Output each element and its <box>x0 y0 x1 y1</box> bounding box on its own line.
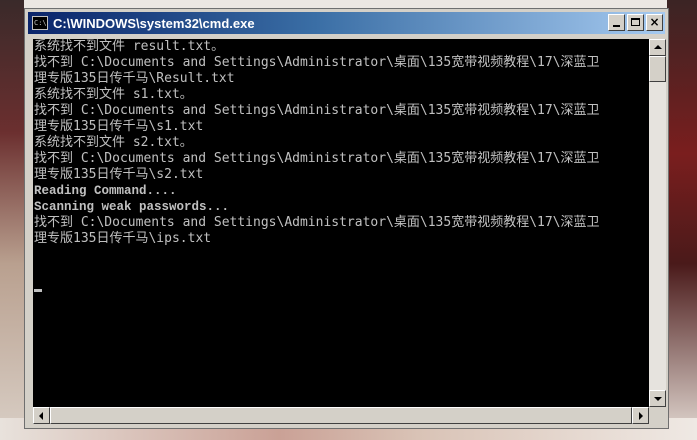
horizontal-scrollbar[interactable] <box>33 407 649 424</box>
console-line: 找不到 C:\Documents and Settings\Administra… <box>34 55 600 70</box>
arrow-down-icon <box>654 397 662 401</box>
window-title: C:\WINDOWS\system32\cmd.exe <box>53 15 255 31</box>
console-line: 系统找不到文件 s2.txt。 <box>34 135 193 150</box>
console-line: 理专版135日传千马\s2.txt <box>34 167 204 182</box>
desktop-wallpaper-left <box>0 0 24 440</box>
horizontal-scroll-thumb[interactable] <box>50 407 632 424</box>
console-line: Scanning weak passwords... <box>34 200 230 214</box>
vertical-scroll-thumb[interactable] <box>649 56 666 82</box>
arrow-right-icon <box>639 412 643 420</box>
arrow-up-icon <box>654 45 662 49</box>
arrow-left-icon <box>39 412 43 420</box>
console-line: 找不到 C:\Documents and Settings\Administra… <box>34 151 600 166</box>
text-cursor <box>34 289 42 292</box>
scroll-left-button[interactable] <box>33 407 50 424</box>
scroll-right-button[interactable] <box>632 407 649 424</box>
cmd-window[interactable]: C:\ C:\WINDOWS\system32\cmd.exe × 系统找不到文… <box>24 8 669 429</box>
console-line: 系统找不到文件 result.txt。 <box>34 39 225 54</box>
console-app-icon[interactable]: C:\ <box>32 16 48 30</box>
console-line: 找不到 C:\Documents and Settings\Administra… <box>34 103 600 118</box>
console-line: 理专版135日传千马\ips.txt <box>34 231 212 246</box>
maximize-button[interactable] <box>627 14 644 31</box>
console-lines: 系统找不到文件 result.txt。 找不到 C:\Documents and… <box>34 39 600 247</box>
console-line: Reading Command.... <box>34 184 177 198</box>
vertical-scrollbar[interactable] <box>649 39 666 407</box>
scroll-up-button[interactable] <box>649 39 666 56</box>
console-line: 理专版135日传千马\s1.txt <box>34 119 204 134</box>
console-line: 找不到 C:\Documents and Settings\Administra… <box>34 215 600 230</box>
close-button[interactable]: × <box>646 14 663 31</box>
title-bar[interactable]: C:\ C:\WINDOWS\system32\cmd.exe × <box>28 12 665 34</box>
console-line: 系统找不到文件 s1.txt。 <box>34 87 193 102</box>
minimize-icon <box>613 25 620 27</box>
scrollbar-corner <box>649 407 666 424</box>
maximize-icon <box>631 18 640 26</box>
console-line: 理专版135日传千马\Result.txt <box>34 71 235 86</box>
console-output[interactable]: 系统找不到文件 result.txt。 找不到 C:\Documents and… <box>33 39 649 407</box>
minimize-button[interactable] <box>608 14 625 31</box>
window-controls: × <box>608 14 663 31</box>
close-icon: × <box>649 15 660 29</box>
scroll-down-button[interactable] <box>649 390 666 407</box>
desktop-wallpaper-right <box>667 0 697 440</box>
